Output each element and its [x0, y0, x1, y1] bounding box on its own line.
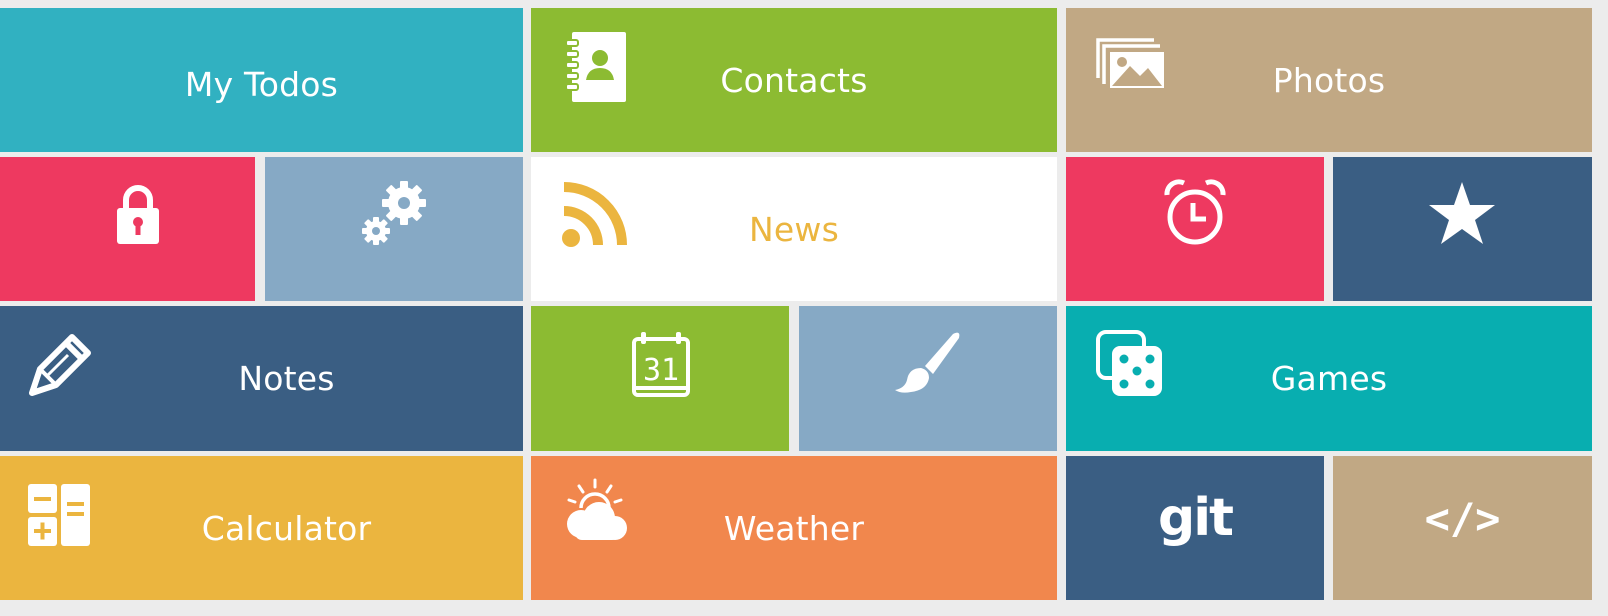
tile-weather[interactable]: Weather — [531, 456, 1057, 600]
weather-icon — [567, 478, 627, 540]
tile-calendar[interactable]: 31 — [531, 306, 789, 451]
tile-contacts[interactable]: Contacts — [531, 8, 1057, 152]
calculator-icon — [28, 484, 90, 546]
git-logo-text: git — [1158, 488, 1234, 548]
tile-label-games: Games — [1270, 359, 1388, 398]
tile-label-photos: Photos — [1272, 60, 1386, 100]
rss-icon — [562, 182, 627, 247]
tile-label-calculator: Calculator — [201, 508, 372, 548]
tile-label-news: News — [749, 209, 839, 249]
tile-alarm[interactable] — [1066, 157, 1324, 301]
tile-label-notes: Notes — [238, 359, 335, 398]
star-icon — [1429, 182, 1495, 244]
tile-news[interactable]: News — [531, 157, 1057, 301]
photos-icon — [1096, 38, 1164, 88]
tile-favorites[interactable] — [1333, 157, 1592, 301]
tile-label-weather: Weather — [723, 508, 865, 548]
tile-calculator[interactable]: Calculator — [0, 456, 523, 600]
lock-icon — [117, 185, 159, 244]
tile-settings[interactable] — [265, 157, 523, 301]
calendar-icon: 31 — [632, 332, 690, 397]
contact-book-icon — [566, 32, 626, 102]
tile-label-contacts: Contacts — [720, 60, 868, 100]
code-icon: </> — [1424, 493, 1501, 543]
tile-games[interactable]: Games — [1066, 306, 1592, 451]
alarm-clock-icon — [1164, 179, 1226, 245]
gears-icon — [362, 181, 426, 245]
paint-brush-icon — [895, 332, 960, 393]
tile-my-todos[interactable]: My Todos — [0, 8, 523, 152]
tile-notes[interactable]: Notes — [0, 306, 523, 451]
dice-icon — [1096, 330, 1162, 396]
tile-label-my-todos: My Todos — [184, 64, 339, 104]
calendar-day: 31 — [643, 353, 679, 388]
tile-code[interactable]: </> — [1333, 456, 1592, 600]
tile-git[interactable]: git — [1066, 456, 1324, 600]
tile-lock[interactable] — [0, 157, 255, 301]
pencil-icon — [29, 334, 91, 396]
tile-paint[interactable] — [799, 306, 1057, 451]
tile-photos[interactable]: Photos — [1066, 8, 1592, 152]
